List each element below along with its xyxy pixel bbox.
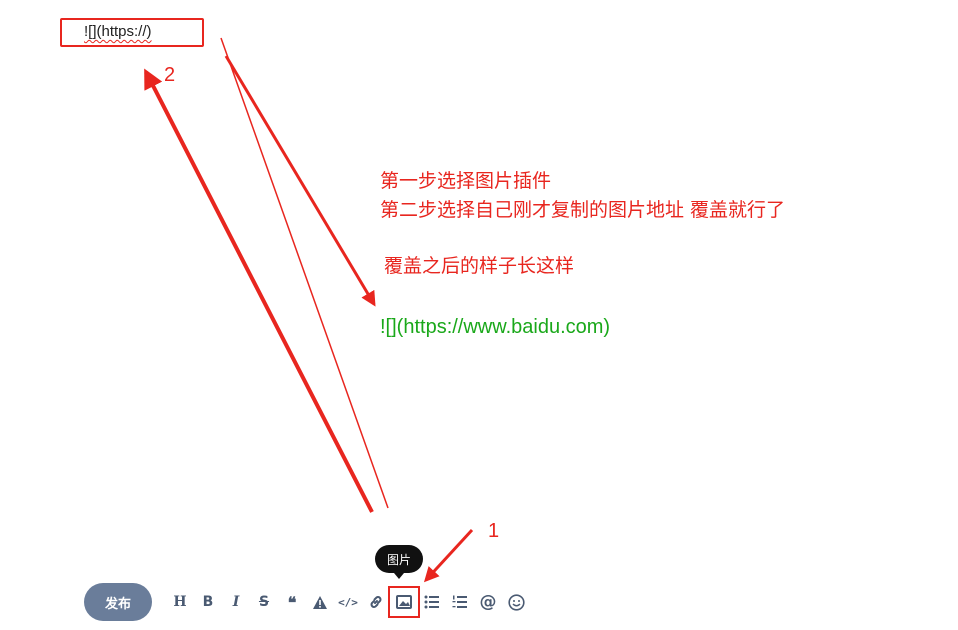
quote-label: ❝ — [287, 592, 297, 612]
heading-icon[interactable]: H — [166, 588, 194, 616]
emoji-icon[interactable] — [502, 588, 530, 616]
arrow-to-image-tool — [423, 528, 474, 583]
bullet-list-icon[interactable] — [418, 588, 446, 616]
image-icon[interactable] — [388, 586, 420, 618]
mention-icon[interactable]: @ — [474, 588, 502, 616]
mention-label: @ — [479, 592, 497, 612]
link-icon[interactable] — [362, 588, 390, 616]
bold-label: B — [202, 594, 214, 610]
publish-button[interactable]: 发布 — [84, 583, 152, 621]
image-tooltip: 图片 — [375, 545, 423, 579]
italic-icon[interactable]: I — [222, 588, 250, 616]
numbered-list-icon[interactable] — [446, 588, 474, 616]
heading-label: H — [173, 594, 187, 610]
connector-line — [220, 37, 389, 509]
arrow-to-snippet — [144, 68, 374, 513]
annotation-arrows — [144, 37, 474, 583]
italic-label: I — [232, 594, 240, 610]
code-label: </> — [338, 595, 358, 609]
warning-icon[interactable] — [306, 588, 334, 616]
strikethrough-label: S — [258, 594, 270, 610]
strikethrough-icon[interactable]: S — [250, 588, 278, 616]
quote-icon[interactable]: ❝ — [278, 588, 306, 616]
bold-icon[interactable]: B — [194, 588, 222, 616]
code-icon[interactable]: </> — [334, 588, 362, 616]
editor-toolbar: 发布 H B I S ❝ </> @ — [84, 583, 530, 621]
